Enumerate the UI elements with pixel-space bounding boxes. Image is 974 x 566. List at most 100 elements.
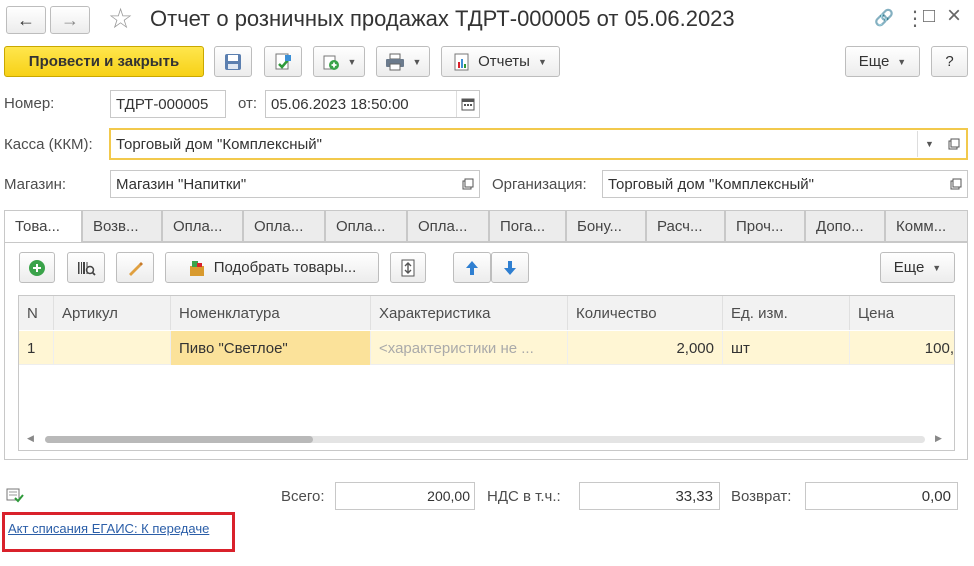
add-row-button[interactable] xyxy=(19,252,55,283)
tab-label: Опла... xyxy=(254,217,304,235)
cell-value: шт xyxy=(731,339,750,357)
tab-payment-3[interactable]: Опла... xyxy=(325,210,407,242)
cell-quantity[interactable]: 2,000 xyxy=(568,331,723,365)
organization-field[interactable]: Торговый дом "Комплексный" xyxy=(602,170,968,198)
column-label: Количество xyxy=(576,304,657,322)
tab-comment[interactable]: Комм... xyxy=(885,210,968,242)
scrollbar-thumb[interactable] xyxy=(45,436,313,443)
cell-article[interactable] xyxy=(54,331,171,365)
calendar-icon[interactable] xyxy=(456,91,479,117)
forward-button[interactable]: → xyxy=(50,6,90,34)
number-field[interactable]: ТДРТ-000005 xyxy=(110,90,226,118)
tab-other[interactable]: Проч... xyxy=(725,210,805,242)
window-title: Отчет о розничных продажах ТДРТ-000005 о… xyxy=(150,6,735,31)
more-label: Еще xyxy=(858,53,890,70)
table-more-button[interactable]: Еще ▼ xyxy=(880,252,955,283)
date-label: от: xyxy=(238,95,258,112)
store-open-icon[interactable] xyxy=(456,171,479,197)
post-button[interactable] xyxy=(264,46,302,77)
print-button[interactable]: ▼ xyxy=(376,46,430,77)
scroll-left-icon[interactable]: ◀ xyxy=(27,433,34,444)
kassa-open-icon[interactable] xyxy=(943,131,965,157)
save-button[interactable] xyxy=(214,46,252,77)
tab-payment-2[interactable]: Опла... xyxy=(243,210,325,242)
arrow-up-icon xyxy=(466,260,478,275)
chevron-down-icon: ▼ xyxy=(537,56,547,67)
table-more-label: Еще xyxy=(893,259,925,276)
column-header-n[interactable]: N xyxy=(19,296,54,330)
tab-payment-4[interactable]: Опла... xyxy=(407,210,489,242)
pick-goods-button[interactable]: Подобрать товары... xyxy=(165,252,379,283)
column-header-unit[interactable]: Ед. изм. xyxy=(723,296,850,330)
edit-rows-button[interactable] xyxy=(116,252,154,283)
cell-unit[interactable]: шт xyxy=(723,331,850,365)
back-button[interactable]: ← xyxy=(6,6,46,34)
row-height-button[interactable] xyxy=(390,252,426,283)
tab-bonuses[interactable]: Бону... xyxy=(566,210,646,242)
tab-label: Опла... xyxy=(418,217,468,235)
reports-button[interactable]: Отчеты ▼ xyxy=(441,46,560,77)
post-and-close-button[interactable]: Провести и закрыть xyxy=(4,46,204,77)
return-field: 0,00 xyxy=(805,482,958,510)
cell-n[interactable]: 1 xyxy=(19,331,54,365)
arrow-right-icon: → xyxy=(61,9,79,30)
help-button[interactable]: ? xyxy=(931,46,968,77)
link-icon[interactable]: 🔗 xyxy=(874,8,894,28)
column-header-article[interactable]: Артикул xyxy=(54,296,171,330)
tab-label: Това... xyxy=(15,218,60,235)
tab-additional[interactable]: Допо... xyxy=(805,210,885,242)
more-menu-icon[interactable]: ⋮ xyxy=(905,6,925,31)
more-button[interactable]: Еще ▼ xyxy=(845,46,920,77)
number-value: ТДРТ-000005 xyxy=(116,95,209,113)
tab-settlements[interactable]: Расч... xyxy=(646,210,725,242)
move-down-button[interactable] xyxy=(491,252,529,283)
tab-returns[interactable]: Возв... xyxy=(82,210,162,242)
store-field[interactable]: Магазин "Напитки" xyxy=(110,170,480,198)
column-header-characteristic[interactable]: Характеристика xyxy=(371,296,568,330)
favorite-star-icon[interactable]: ☆ xyxy=(108,2,133,35)
column-header-price[interactable]: Цена xyxy=(850,296,954,330)
date-value: 05.06.2023 18:50:00 xyxy=(271,95,409,113)
date-field[interactable]: 05.06.2023 18:50:00 xyxy=(265,90,480,118)
organization-value: Торговый дом "Комплексный" xyxy=(608,175,814,193)
column-label: Цена xyxy=(858,304,895,322)
reports-label: Отчеты xyxy=(478,53,530,70)
kassa-field[interactable]: Торговый дом "Комплексный" xyxy=(109,128,968,160)
create-based-on-icon xyxy=(323,55,339,70)
cell-value: 2,000 xyxy=(676,339,714,357)
arrow-left-icon: ← xyxy=(17,9,35,30)
column-header-nomenclature[interactable]: Номенклатура xyxy=(171,296,371,330)
horizontal-scrollbar[interactable]: ◀ ▶ xyxy=(19,432,954,448)
organization-open-icon[interactable] xyxy=(944,171,967,197)
cell-value: Пиво "Светлое" xyxy=(179,339,288,357)
maximize-icon[interactable]: □ xyxy=(923,5,935,28)
tab-label: Проч... xyxy=(736,217,784,235)
store-value: Магазин "Напитки" xyxy=(116,175,247,193)
close-icon[interactable]: × xyxy=(947,2,961,30)
post-and-close-label: Провести и закрыть xyxy=(28,53,180,70)
tab-payment-1[interactable]: Опла... xyxy=(162,210,243,242)
column-header-quantity[interactable]: Количество xyxy=(568,296,723,330)
scroll-right-icon[interactable]: ▶ xyxy=(935,433,942,444)
move-up-button[interactable] xyxy=(453,252,491,283)
kassa-dropdown-icon[interactable]: ▼ xyxy=(917,131,941,157)
vat-label: НДС в т.ч.: xyxy=(487,488,561,505)
cell-characteristic[interactable]: <характеристики не ... xyxy=(371,331,568,365)
post-document-icon xyxy=(275,53,291,69)
egais-writeoff-link[interactable]: Акт списания ЕГАИС: К передаче xyxy=(8,521,209,536)
tab-label: Бону... xyxy=(577,217,622,235)
barcode-icon xyxy=(78,261,96,276)
cell-price[interactable]: 100, xyxy=(850,331,954,365)
tab-repayment[interactable]: Пога... xyxy=(489,210,566,242)
vat-field: 33,33 xyxy=(579,482,720,510)
message-icon[interactable] xyxy=(6,488,24,507)
barcode-search-button[interactable] xyxy=(67,252,105,283)
help-label: ? xyxy=(945,53,954,70)
cell-nomenclature[interactable]: Пиво "Светлое" xyxy=(171,331,371,365)
tab-goods[interactable]: Това... xyxy=(4,210,82,243)
column-label: N xyxy=(27,304,38,322)
pencil-icon xyxy=(129,261,143,276)
total-field: 200,00 xyxy=(335,482,475,510)
create-based-on-button[interactable]: ▼ xyxy=(313,46,365,77)
kassa-value: Торговый дом "Комплексный" xyxy=(116,135,322,153)
